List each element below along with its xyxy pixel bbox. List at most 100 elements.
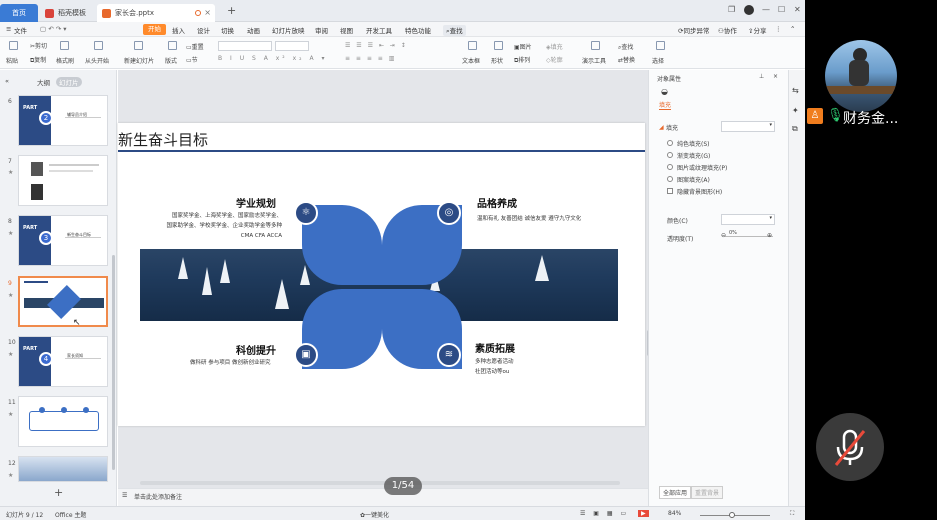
radio-pattern-fill[interactable] (667, 176, 673, 182)
from-start-button[interactable]: 从头开始 (85, 56, 109, 65)
current-slide[interactable]: 新生奋斗目标 ⚛ ◎ ▣ ≋ 学业规划 国家奖学金、上海奖学金、国家励志奖学金、… (118, 123, 645, 426)
shape-button[interactable]: 形状 (491, 56, 503, 65)
hamburger-icon[interactable]: ≡ (6, 25, 11, 33)
paste-icon[interactable] (9, 41, 18, 50)
play-from-start-icon[interactable] (94, 41, 103, 50)
pin-icon[interactable]: ⊥ (759, 73, 764, 80)
goal-academic-desc[interactable]: 国家奖学金、上海奖学金、国家励志奖学金、 国家助学金、学校奖学金、企业奖助学金等… (158, 211, 282, 241)
layout-icon[interactable] (168, 41, 177, 50)
beautify-button[interactable]: ✿一键美化 (360, 510, 389, 519)
fill-bucket-icon[interactable]: ◒ (661, 87, 668, 96)
apply-all-button[interactable]: 全部应用 (659, 486, 692, 499)
goal-academic-title[interactable]: 学业规划 (236, 195, 276, 210)
collapse-ribbon-icon[interactable]: ⌃ (790, 25, 795, 33)
add-slide-button[interactable]: + (54, 486, 63, 499)
horizontal-scrollbar[interactable] (140, 481, 620, 485)
notes-bar[interactable]: ☰ 单击此处添加备注 (118, 488, 648, 506)
align-buttons[interactable]: ≡ ≡ ≡ ≡ ▥ (345, 55, 396, 62)
slide-thumbnail[interactable]: PART 2 辅导员介绍 (18, 95, 108, 146)
tab-pptx-document[interactable]: 家长会.pptx × (97, 4, 215, 22)
copy-button[interactable]: ⧉复制 (30, 55, 46, 65)
menu-design[interactable]: 设计 (197, 25, 210, 35)
goal-character-title[interactable]: 品格养成 (477, 195, 517, 210)
menu-slideshow[interactable]: 幻灯片放映 (272, 25, 305, 35)
radio-picture-fill[interactable] (667, 164, 673, 170)
hide-bg-checkbox[interactable] (667, 188, 673, 194)
slides-tab[interactable]: 幻灯片 (56, 77, 82, 87)
cut-button[interactable]: ✂剪切 (30, 41, 47, 50)
avatar[interactable] (744, 5, 754, 15)
arrange-button[interactable]: ⧉排列 (514, 55, 530, 65)
menu-start[interactable]: 开始 (143, 24, 166, 35)
section-button[interactable]: ▭节 (186, 55, 198, 64)
restore-icon[interactable]: ❐ (728, 5, 735, 14)
expand-icon[interactable]: ◢ (659, 124, 664, 131)
maximize-icon[interactable]: ☐ (778, 5, 785, 14)
quick-access-icons[interactable]: ▢ ↶ ↷ ▾ (40, 25, 67, 33)
menu-developer[interactable]: 开发工具 (366, 25, 392, 35)
more-icon[interactable]: ⋮ (775, 25, 782, 33)
goal-innovation-desc[interactable]: 做科研 参与项目 做创新创业研究 (190, 358, 271, 368)
new-tab-button[interactable]: + (227, 4, 236, 17)
fit-window-icon[interactable]: ⛶ (790, 510, 794, 518)
font-size-select[interactable] (275, 41, 309, 51)
paste-button[interactable]: 粘贴 (6, 56, 18, 65)
menu-file[interactable]: 文件 (14, 25, 27, 35)
slide-thumbnail[interactable] (18, 155, 108, 206)
reset-button[interactable]: ▭重置 (186, 42, 204, 51)
close-window-icon[interactable]: ✕ (794, 5, 801, 14)
collapse-pane-icon[interactable]: « (5, 77, 9, 85)
text-format-buttons[interactable]: B I U S A x² x₂ A ▾ (218, 55, 327, 62)
slide-thumbnail[interactable]: PART 4 家长须知 (18, 336, 108, 387)
zoom-level[interactable]: 84% (668, 510, 681, 517)
fill-type-select[interactable]: ▾ (721, 121, 775, 132)
minimize-icon[interactable]: — (762, 5, 770, 14)
slide-thumbnail[interactable] (18, 456, 108, 482)
share-button[interactable]: ⇪分享 (748, 25, 766, 35)
close-tab-icon[interactable]: × (204, 4, 211, 22)
outline-tab[interactable]: 大纲 (37, 77, 50, 87)
format-painter-icon[interactable] (60, 41, 69, 50)
zoom-slider[interactable] (700, 515, 770, 516)
radio-gradient-fill[interactable] (667, 152, 673, 158)
goal-quality-desc[interactable]: 多种志愿者活动 社团活动等ou (475, 357, 514, 377)
slide-thumbnail[interactable] (18, 396, 108, 447)
theme-name[interactable]: Office 主题 (55, 510, 86, 519)
properties-icon[interactable]: ⇆ (792, 86, 799, 95)
shape-icon[interactable] (494, 41, 503, 50)
color-select[interactable]: ▾ (721, 214, 775, 225)
slide-thumbnail-selected[interactable] (18, 276, 108, 327)
view-mode-buttons[interactable]: ☰ ▣ ▦ ▭ (580, 510, 629, 517)
paragraph-buttons[interactable]: ☰ ☰ ☰ ⇤ ⇥ ↕ (345, 42, 408, 49)
magic-wand-icon[interactable]: ✦ (792, 106, 799, 115)
slide-title[interactable]: 新生奋斗目标 (118, 129, 208, 150)
mute-button[interactable] (816, 413, 884, 481)
font-family-select[interactable] (218, 41, 272, 51)
select-button[interactable]: 选择 (652, 56, 664, 65)
slider-plus-icon[interactable]: ⊕ (767, 232, 772, 239)
replace-button[interactable]: ⇄替换 (618, 55, 635, 64)
search-menu[interactable]: ⌕查找 (443, 25, 466, 36)
present-tools-button[interactable]: 演示工具 (582, 56, 606, 65)
goal-quality-title[interactable]: 素质拓展 (475, 340, 515, 355)
new-slide-icon[interactable] (134, 41, 143, 50)
menu-special[interactable]: 特色功能 (405, 25, 431, 35)
collab-button[interactable]: ⚇协作 (718, 25, 737, 35)
fill-tab[interactable]: 填充 (659, 100, 672, 110)
layout-button[interactable]: 版式 (165, 56, 177, 65)
format-painter-button[interactable]: 格式刷 (56, 56, 74, 65)
slide-thumbnail[interactable]: PART 3 新生奋斗目标 (18, 215, 108, 266)
tab-home[interactable]: 首页 (0, 4, 38, 22)
close-pane-icon[interactable]: × (773, 73, 778, 80)
menu-review[interactable]: 审阅 (315, 25, 328, 35)
transparency-slider[interactable] (725, 236, 773, 237)
menu-transition[interactable]: 切换 (221, 25, 234, 35)
present-tools-icon[interactable] (591, 41, 600, 50)
zoom-slider-thumb[interactable] (729, 512, 735, 518)
select-icon[interactable] (656, 41, 665, 50)
text-box-icon[interactable] (468, 41, 477, 50)
find-button[interactable]: ⌕查找 (618, 42, 633, 52)
outline-button[interactable]: ◇轮廓 (546, 55, 563, 64)
new-slide-button[interactable]: 新建幻灯片 (124, 56, 154, 65)
radio-solid-fill[interactable] (667, 140, 673, 146)
